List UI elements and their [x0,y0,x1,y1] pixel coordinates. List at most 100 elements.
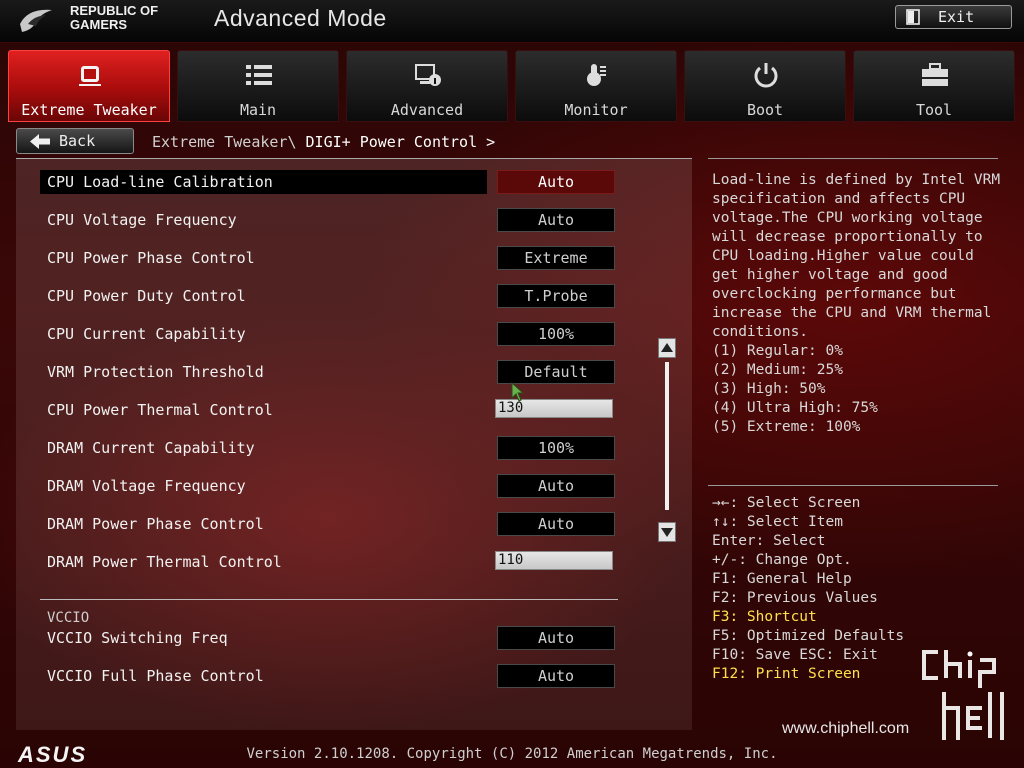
brand-line-1: REPUBLIC OF [70,3,159,18]
scroll-up-button[interactable] [658,338,676,358]
settings-panel: CPU Load-line Calibration Auto CPU Volta… [16,158,692,730]
key-hint: F2: Previous Values [712,590,878,606]
key-hint: →←: Select Screen [712,495,861,511]
back-button[interactable]: Back [16,128,134,154]
setting-label: CPU Power Duty Control [47,287,246,305]
rog-brand-text: REPUBLIC OF GAMERS [70,4,158,32]
help-divider-top [708,158,998,159]
scrollbar-track[interactable] [665,362,669,510]
scroll-down-button[interactable] [658,522,676,542]
tab-extreme-tweaker[interactable]: Extreme Tweaker [8,50,170,122]
exit-label: Exit [938,8,975,26]
key-hint: F1: General Help [712,571,852,587]
setting-value-select[interactable]: Auto [497,626,615,650]
back-label: Back [59,132,96,150]
setting-label: VRM Protection Threshold [47,363,264,381]
section-divider [40,599,618,600]
setting-row-cpu-power-thermal-control[interactable]: CPU Power Thermal Control 130 [40,398,640,422]
rog-eye-logo [20,9,52,32]
tab-label: Monitor [564,101,628,119]
help-level-list: (1) Regular: 0% (2) Medium: 25% (3) High… [712,342,878,437]
setting-row-dram-current-capability[interactable]: DRAM Current Capability 100% [40,436,640,460]
key-legend: →←: Select Screen ↑↓: Select Item Enter:… [712,494,904,684]
tab-boot[interactable]: Boot [684,50,846,122]
setting-value-select[interactable]: Default [497,360,615,384]
setting-value-input[interactable]: 110 [495,551,613,570]
help-level-item: (2) Medium: 25% [712,362,843,378]
key-hint: +/-: Change Opt. [712,552,852,568]
setting-row-cpu-current-capability[interactable]: CPU Current Capability 100% [40,322,640,346]
main-tabs: Extreme Tweaker Main Advanced Monitor Bo… [8,50,1018,122]
back-arrow-icon [30,134,50,149]
setting-value-select[interactable]: Auto [497,170,615,194]
setting-row-dram-voltage-frequency[interactable]: DRAM Voltage Frequency Auto [40,474,640,498]
tab-tool[interactable]: Tool [853,50,1015,122]
setting-label: VCCIO Switching Freq [47,629,228,647]
setting-label: DRAM Voltage Frequency [47,477,246,495]
setting-label: CPU Current Capability [47,325,246,343]
setting-value-select[interactable]: 100% [497,322,615,346]
setting-label: DRAM Current Capability [47,439,255,457]
setting-row-dram-power-thermal-control[interactable]: DRAM Power Thermal Control 110 [40,550,640,574]
arrow-down-icon [661,528,673,537]
tab-advanced[interactable]: Advanced [346,50,508,122]
mouse-cursor-icon [511,382,525,402]
tab-label: Main [239,101,277,119]
setting-label: DRAM Power Thermal Control [47,553,282,571]
version-footer: Version 2.10.1208. Copyright (C) 2012 Am… [246,746,778,762]
setting-value-select[interactable]: T.Probe [497,284,615,308]
setting-label: DRAM Power Phase Control [47,515,264,533]
setting-value-select[interactable]: Auto [497,512,615,536]
key-hint: Enter: Select [712,533,826,549]
breadcrumb-parent[interactable]: Extreme Tweaker\ [152,133,297,151]
thermometer-icon [587,64,606,86]
setting-row-cpu-power-duty-control[interactable]: CPU Power Duty Control T.Probe [40,284,640,308]
help-divider-mid [708,485,998,486]
setting-label: CPU Voltage Frequency [47,211,237,229]
breadcrumb-current: DIGI+ Power Control > [305,133,496,151]
setting-row-vrm-protection-threshold[interactable]: VRM Protection Threshold Default [40,360,640,384]
exit-door-icon [906,9,920,25]
section-label-vccio: VCCIO [47,610,90,626]
watermark-url: www.chiphell.com [782,720,910,737]
header-bar: REPUBLIC OF GAMERS Advanced Mode Exit [0,0,1024,43]
setting-label: CPU Power Thermal Control [47,401,273,419]
setting-label: CPU Power Phase Control [47,249,255,267]
tab-label: Extreme Tweaker [21,101,157,119]
setting-row-dram-power-phase-control[interactable]: DRAM Power Phase Control Auto [40,512,640,536]
tab-main[interactable]: Main [177,50,339,122]
setting-label: VCCIO Full Phase Control [47,667,264,685]
tab-label: Advanced [390,101,464,119]
key-hint: ↑↓: Select Item [712,514,843,530]
setting-row-vccio-full-phase-control[interactable]: VCCIO Full Phase Control Auto [40,664,640,688]
advanced-icon [415,64,441,86]
tab-label: Boot [746,101,784,119]
setting-value-select[interactable]: Auto [497,208,615,232]
setting-row-vccio-switching-freq[interactable]: VCCIO Switching Freq Auto [40,626,640,650]
setting-row-cpu-voltage-frequency[interactable]: CPU Voltage Frequency Auto [40,208,640,232]
setting-row-cpu-power-phase-control[interactable]: CPU Power Phase Control Extreme [40,246,640,270]
key-hint: F5: Optimized Defaults [712,628,905,644]
chiphell-watermark-logo [922,650,1004,740]
key-hint-shortcut[interactable]: F3: Shortcut [712,608,904,627]
setting-value-select[interactable]: Auto [497,474,615,498]
exit-button[interactable]: Exit [895,5,1012,29]
toolbox-icon [922,63,948,86]
setting-value-select[interactable]: Auto [497,664,615,688]
setting-value-select[interactable]: Extreme [497,246,615,270]
help-description: Load-line is defined by Intel VRM specif… [712,172,1001,340]
tab-monitor[interactable]: Monitor [515,50,677,122]
brand-line-2: GAMERS [70,17,128,32]
extreme-tweaker-icon [79,66,101,86]
list-icon [246,65,272,85]
setting-row-cpu-load-line-calibration[interactable]: CPU Load-line Calibration Auto [40,170,640,194]
help-level-item: (3) High: 50% [712,381,826,397]
breadcrumb: Extreme Tweaker\ DIGI+ Power Control > [152,133,495,151]
tab-label: Tool [915,101,953,119]
power-icon [754,63,778,88]
setting-value-select[interactable]: 100% [497,436,615,460]
arrow-up-icon [661,343,673,352]
key-hint-print-screen[interactable]: F12: Print Screen [712,665,904,684]
mode-title: Advanced Mode [214,5,387,31]
setting-label: CPU Load-line Calibration [47,173,273,191]
